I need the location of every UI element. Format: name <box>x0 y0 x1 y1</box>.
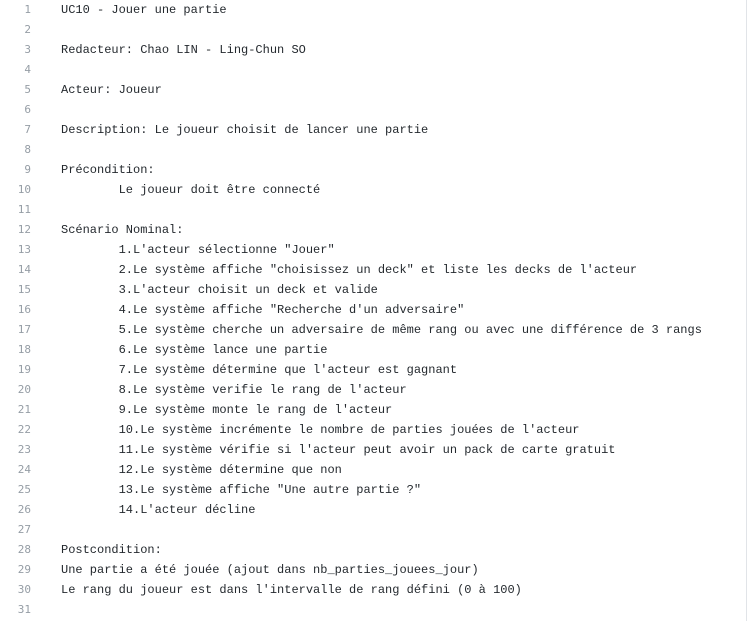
code-line: 8 <box>0 140 702 160</box>
line-number[interactable]: 9 <box>0 160 41 180</box>
line-number[interactable]: 6 <box>0 100 41 120</box>
line-content: 8.Le système verifie le rang de l'acteur <box>61 383 407 397</box>
code-line: 30 Le rang du joueur est dans l'intervall… <box>0 580 702 600</box>
line-number[interactable]: 3 <box>0 40 41 60</box>
code-line: 4 <box>0 60 702 80</box>
code-line: 27 <box>0 520 702 540</box>
line-number[interactable]: 20 <box>0 380 41 400</box>
line-number[interactable]: 4 <box>0 60 41 80</box>
line-content: 13.Le système affiche "Une autre partie … <box>61 483 422 497</box>
line-number[interactable]: 13 <box>0 240 41 260</box>
line-content: Acteur: Joueur <box>61 83 162 97</box>
code-line: 12 Scénario Nominal: <box>0 220 702 240</box>
code-line: 16 4.Le système affiche "Recherche d'un … <box>0 300 702 320</box>
line-content <box>41 520 702 540</box>
line-content <box>41 140 702 160</box>
code-line: 20 8.Le système verifie le rang de l'act… <box>0 380 702 400</box>
line-number[interactable]: 26 <box>0 500 41 520</box>
line-content <box>41 60 702 80</box>
line-number[interactable]: 5 <box>0 80 41 100</box>
line-content: 1.L'acteur sélectionne "Jouer" <box>61 243 335 257</box>
line-number[interactable]: 2 <box>0 20 41 40</box>
code-table: 1 UC10 - Jouer une partie 2 3 Redacteur: Cha… <box>0 0 702 620</box>
code-line: 24 12.Le système détermine que non <box>0 460 702 480</box>
code-line: 1 UC10 - Jouer une partie <box>0 0 702 20</box>
line-number[interactable]: 29 <box>0 560 41 580</box>
line-content: 4.Le système affiche "Recherche d'un adv… <box>61 303 465 317</box>
code-line: 14 2.Le système affiche "choisissez un d… <box>0 260 702 280</box>
line-number[interactable]: 30 <box>0 580 41 600</box>
line-content: 2.Le système affiche "choisissez un deck… <box>61 263 638 277</box>
line-content: 5.Le système cherche un adversaire de mê… <box>61 323 702 337</box>
code-line: 13 1.L'acteur sélectionne "Jouer" <box>0 240 702 260</box>
line-content: Redacteur: Chao LIN - Ling-Chun SO <box>61 43 306 57</box>
code-line: 2 <box>0 20 702 40</box>
code-line: 11 <box>0 200 702 220</box>
line-content: 11.Le système vérifie si l'acteur peut a… <box>61 443 616 457</box>
line-number[interactable]: 19 <box>0 360 41 380</box>
code-line: 19 7.Le système détermine que l'acteur e… <box>0 360 702 380</box>
line-number[interactable]: 11 <box>0 200 41 220</box>
line-content: UC10 - Jouer une partie <box>61 3 227 17</box>
line-content: Description: Le joueur choisit de lancer… <box>61 123 429 137</box>
line-content: Scénario Nominal: <box>61 223 184 237</box>
line-number[interactable]: 12 <box>0 220 41 240</box>
line-number[interactable]: 21 <box>0 400 41 420</box>
code-line: 22 10.Le système incrémente le nombre de… <box>0 420 702 440</box>
code-line: 28 Postcondition: <box>0 540 702 560</box>
code-line: 17 5.Le système cherche un adversaire de… <box>0 320 702 340</box>
line-number[interactable]: 22 <box>0 420 41 440</box>
line-number[interactable]: 28 <box>0 540 41 560</box>
line-content <box>41 200 702 220</box>
line-content: Précondition: <box>61 163 155 177</box>
code-line: 25 13.Le système affiche "Une autre part… <box>0 480 702 500</box>
code-line: 9 Précondition: <box>0 160 702 180</box>
line-content: Postcondition: <box>61 543 162 557</box>
line-number[interactable]: 7 <box>0 120 41 140</box>
line-number[interactable]: 23 <box>0 440 41 460</box>
code-line: 26 14.L'acteur décline <box>0 500 702 520</box>
line-content: Une partie a été jouée (ajout dans nb_pa… <box>61 563 479 577</box>
line-number[interactable]: 15 <box>0 280 41 300</box>
line-number[interactable]: 16 <box>0 300 41 320</box>
line-number[interactable]: 14 <box>0 260 41 280</box>
line-number[interactable]: 8 <box>0 140 41 160</box>
code-line: 18 6.Le système lance une partie <box>0 340 702 360</box>
line-number[interactable]: 1 <box>0 0 41 20</box>
code-line: 23 11.Le système vérifie si l'acteur peu… <box>0 440 702 460</box>
code-line: 7 Description: Le joueur choisit de lance… <box>0 120 702 140</box>
line-content: 14.L'acteur décline <box>61 503 256 517</box>
line-content: 10.Le système incrémente le nombre de pa… <box>61 423 580 437</box>
line-number[interactable]: 18 <box>0 340 41 360</box>
line-content: Le rang du joueur est dans l'intervalle … <box>61 583 522 597</box>
code-line: 6 <box>0 100 702 120</box>
line-content <box>41 20 702 40</box>
line-number[interactable]: 31 <box>0 600 41 620</box>
line-content <box>41 600 702 620</box>
line-number[interactable]: 17 <box>0 320 41 340</box>
line-content: 3.L'acteur choisit un deck et valide <box>61 283 378 297</box>
line-number[interactable]: 25 <box>0 480 41 500</box>
line-content: 12.Le système détermine que non <box>61 463 342 477</box>
code-line: 5 Acteur: Joueur <box>0 80 702 100</box>
line-content: 9.Le système monte le rang de l'acteur <box>61 403 393 417</box>
code-line: 21 9.Le système monte le rang de l'acteu… <box>0 400 702 420</box>
code-line: 10 Le joueur doit être connecté <box>0 180 702 200</box>
code-line: 3 Redacteur: Chao LIN - Ling-Chun SO <box>0 40 702 60</box>
line-content: 7.Le système détermine que l'acteur est … <box>61 363 458 377</box>
code-lines: 1 UC10 - Jouer une partie 2 3 Redacteur: Cha… <box>0 0 702 620</box>
line-number[interactable]: 10 <box>0 180 41 200</box>
file-code-view: 1 UC10 - Jouer une partie 2 3 Redacteur: Cha… <box>0 0 747 621</box>
line-number[interactable]: 24 <box>0 460 41 480</box>
line-content <box>41 100 702 120</box>
line-content: Le joueur doit être connecté <box>61 183 321 197</box>
code-line: 15 3.L'acteur choisit un deck et valide <box>0 280 702 300</box>
line-number[interactable]: 27 <box>0 520 41 540</box>
code-line: 31 <box>0 600 702 620</box>
line-content: 6.Le système lance une partie <box>61 343 328 357</box>
code-line: 29 Une partie a été jouée (ajout dans nb_… <box>0 560 702 580</box>
